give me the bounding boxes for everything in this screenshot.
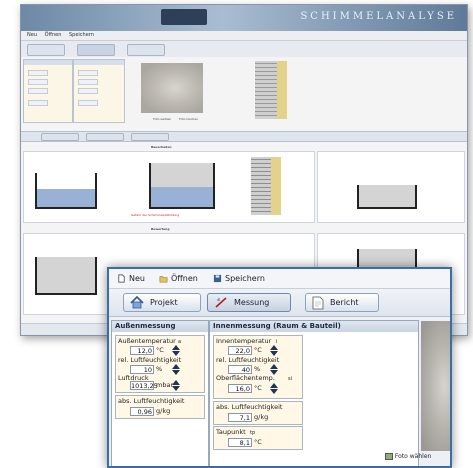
indoor-fields-block: Innentemperatur i 22,0 °C rel. Luftfeuch… — [213, 335, 303, 399]
photo-select-label: Foto wählen — [394, 453, 432, 460]
photo-select-link[interactable]: Foto wählen — [385, 453, 431, 460]
outdoor-rh-input[interactable]: 10 — [130, 365, 154, 374]
indoor-surface-input[interactable]: 16,0 — [228, 384, 252, 393]
background-insulation-layer — [277, 61, 287, 119]
background-tab-projekt[interactable] — [27, 44, 65, 56]
indoor-surface-subscript: si — [288, 376, 292, 382]
outdoor-temp-spinner[interactable] — [172, 345, 180, 356]
background-subtab-3[interactable] — [131, 133, 169, 141]
indoor-surface-unit: °C — [254, 384, 262, 392]
indoor-rh-unit: % — [254, 365, 261, 373]
main-tab-bar: Projekt Messung Bericht — [109, 289, 450, 317]
outdoor-temp-label: Außentemperatur — [118, 337, 176, 345]
background-tab-bericht[interactable] — [127, 44, 165, 56]
indoor-rh-input[interactable]: 40 — [228, 365, 252, 374]
save-disk-icon — [213, 274, 222, 283]
tab-projekt[interactable]: Projekt — [123, 293, 201, 312]
background-indoor-panel — [73, 59, 125, 123]
indoor-dew-value: 8,1 — [228, 438, 252, 447]
tab-messung[interactable]: Messung — [207, 293, 291, 312]
background-wall-diagram — [255, 61, 277, 119]
indoor-temp-label: Innentemperatur — [216, 337, 272, 345]
background-tab-messung[interactable] — [77, 44, 115, 56]
outdoor-pressure-spinner[interactable] — [172, 380, 180, 391]
outdoor-abs-label: abs. Luftfeuchtigkeit — [118, 397, 185, 405]
outdoor-pressure-input[interactable]: 1013,25 — [130, 381, 158, 390]
open-folder-icon — [159, 276, 168, 283]
menu-bar: Neu Öffnen Speichern — [109, 269, 450, 289]
background-mold-photo — [141, 63, 203, 113]
background-tank-1 — [35, 173, 97, 209]
outdoor-pressure-unit: mbar — [156, 381, 174, 389]
background-tab-strip — [21, 41, 467, 57]
indoor-temp-input[interactable]: 22,0 — [228, 346, 252, 355]
background-section-title-top: Bauschaden — [151, 145, 172, 149]
outdoor-rh-unit: % — [156, 365, 163, 373]
indoor-surface-label: Oberflächentemp. — [216, 374, 275, 382]
outdoor-fields-block: Außentemperatur a 12,0 °C rel. Luftfeuch… — [115, 335, 205, 393]
tab-projekt-label: Projekt — [150, 298, 178, 307]
background-menu-open[interactable]: Öffnen — [45, 32, 62, 38]
indoor-dew-subscript: tp — [250, 430, 256, 436]
mold-photo — [421, 321, 450, 451]
outdoor-abs-unit: g/kg — [156, 407, 171, 415]
background-subtab-1[interactable] — [41, 133, 79, 141]
background-menu-bar: Neu Öffnen Speichern — [21, 31, 467, 41]
background-tank-3 — [357, 185, 417, 209]
save-label: Speichern — [225, 274, 265, 283]
zoomed-app-window: Neu Öffnen Speichern Projekt Messung Ber… — [107, 267, 452, 468]
outdoor-measurement-group: Außenmessung Außentemperatur a 12,0 °C r… — [111, 320, 209, 466]
outdoor-temp-input[interactable]: 12,0 — [130, 346, 154, 355]
background-logo — [161, 9, 207, 25]
photo-select-icon — [385, 453, 393, 460]
tab-bericht-label: Bericht — [330, 298, 359, 307]
new-file-icon — [118, 274, 125, 283]
outdoor-group-title: Außenmessung — [112, 321, 208, 332]
background-outdoor-panel — [23, 59, 73, 123]
outdoor-abs-block: abs. Luftfeuchtigkeit 0,96 g/kg — [115, 395, 205, 419]
indoor-abs-label: abs. Luftfeuchtigkeit — [216, 403, 283, 411]
outdoor-abs-value: 0,96 — [130, 407, 154, 416]
indoor-dew-unit: °C — [254, 438, 262, 446]
tab-messung-label: Messung — [234, 298, 270, 307]
background-subtab-2[interactable] — [86, 133, 124, 141]
background-insulation-layer-2 — [271, 157, 281, 215]
open-label: Öffnen — [171, 274, 198, 283]
background-menu-new[interactable]: Neu — [27, 32, 37, 38]
measure-icon — [215, 297, 227, 308]
indoor-dewpoint-block: Taupunkt tp 8,1 °C — [213, 426, 303, 450]
background-section-title-bottom: Bewertung — [151, 227, 170, 231]
tab-bericht[interactable]: Bericht — [305, 293, 379, 312]
indoor-rh-label: rel. Luftfeuchtigkeit — [216, 356, 280, 364]
house-icon — [130, 296, 144, 309]
new-button[interactable]: Neu — [117, 272, 145, 285]
open-button[interactable]: Öffnen — [159, 272, 198, 285]
background-wall-diagram-2 — [251, 157, 271, 215]
indoor-temp-unit: °C — [254, 346, 262, 354]
indoor-surface-spinner[interactable] — [270, 383, 278, 394]
background-subtab-row — [21, 131, 467, 142]
new-label: Neu — [129, 274, 145, 283]
background-tank-4 — [35, 257, 97, 295]
indoor-abs-unit: g/kg — [254, 413, 269, 421]
background-photo-select-link[interactable]: Foto wählen — [153, 117, 171, 121]
background-brand-text: SCHIMMELANALYSE — [300, 11, 457, 22]
save-button[interactable]: Speichern — [213, 272, 265, 285]
outdoor-rh-spinner[interactable] — [172, 364, 180, 375]
document-icon — [312, 296, 324, 309]
background-menu-save[interactable]: Speichern — [69, 32, 94, 38]
indoor-group-title: Innenmessung (Raum & Bauteil) — [210, 321, 418, 332]
background-photo-delete-link[interactable]: Foto löschen — [179, 117, 198, 121]
background-title-bar: SCHIMMELANALYSE — [21, 5, 467, 31]
indoor-dew-label: Taupunkt — [216, 428, 246, 436]
outdoor-temp-unit: °C — [156, 346, 164, 354]
indoor-measurement-group: Innenmessung (Raum & Bauteil) Innentempe… — [209, 320, 419, 466]
indoor-temp-spinner[interactable] — [270, 345, 278, 356]
background-tank-2 — [149, 163, 215, 209]
indoor-abs-block: abs. Luftfeuchtigkeit 7,1 g/kg — [213, 401, 303, 425]
background-warning-text: Gefahr der Schimmelpilzbildung — [131, 213, 180, 217]
outdoor-rh-label: rel. Luftfeuchtigkeit — [118, 356, 182, 364]
indoor-abs-value: 7,1 — [228, 413, 252, 422]
